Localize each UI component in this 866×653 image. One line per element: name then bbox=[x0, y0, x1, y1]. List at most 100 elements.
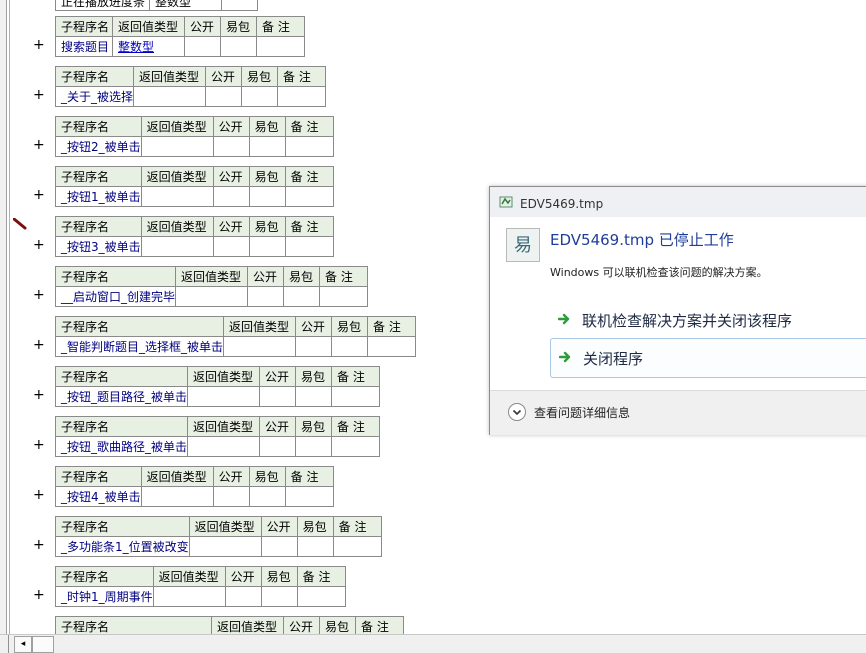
scroll-thumb[interactable] bbox=[32, 636, 54, 653]
partial-type[interactable]: 整数型 bbox=[149, 0, 222, 11]
subroutine-name-cell[interactable]: _关于_被选择 bbox=[54, 86, 135, 107]
return-type-cell[interactable] bbox=[223, 336, 297, 357]
subroutine-table: 子程序名 返回值类型 公开 易包备 注 _按钮_歌曲路径_被单击 bbox=[54, 416, 381, 457]
public-cell[interactable] bbox=[260, 536, 298, 557]
note-cell[interactable] bbox=[331, 386, 381, 407]
note-cell[interactable] bbox=[319, 286, 369, 307]
easy-package-cell[interactable] bbox=[248, 186, 286, 207]
dialog-titlebar[interactable]: EDV5469.tmp bbox=[490, 187, 866, 217]
expand-toggle-icon[interactable]: + bbox=[33, 238, 45, 252]
header-return-type: 返回值类型 bbox=[188, 516, 262, 537]
subroutine-table: 子程序名 返回值类型 公开 易包备 注 _智能判断题目_选择框_被单击 bbox=[54, 316, 417, 357]
subroutine-name-cell[interactable]: _按钮_歌曲路径_被单击 bbox=[54, 436, 189, 457]
return-type-cell[interactable] bbox=[140, 136, 214, 157]
check-online-solution-option[interactable]: 联机检查解决方案并关闭该程序 bbox=[550, 301, 866, 337]
subroutine-name-cell[interactable]: _智能判断题目_选择框_被单击 bbox=[54, 336, 225, 357]
note-cell[interactable] bbox=[284, 136, 334, 157]
subroutine-name-cell[interactable]: __启动窗口_创建完毕 bbox=[54, 286, 177, 307]
expand-toggle-icon[interactable]: + bbox=[33, 88, 45, 102]
subroutine-name-cell[interactable]: _多功能条1_位置被改变 bbox=[55, 536, 190, 557]
note-cell[interactable] bbox=[256, 36, 305, 57]
easy-package-cell[interactable] bbox=[295, 386, 333, 407]
return-type-cell[interactable]: 整数型 bbox=[112, 36, 185, 57]
note-cell[interactable] bbox=[332, 536, 382, 557]
note-cell[interactable] bbox=[331, 436, 381, 457]
public-cell[interactable] bbox=[247, 286, 285, 307]
view-details-link[interactable]: 查看问题详细信息 bbox=[534, 404, 630, 421]
header-note: 备 注 bbox=[284, 116, 334, 137]
subroutine-name-cell[interactable]: _按钮4_被单击 bbox=[55, 486, 142, 507]
easy-package-cell[interactable] bbox=[241, 86, 279, 107]
expand-toggle-icon[interactable]: + bbox=[33, 38, 45, 52]
public-cell[interactable] bbox=[184, 36, 221, 57]
easy-package-cell[interactable] bbox=[248, 486, 286, 507]
subroutine-name-cell[interactable]: _时钟1_周期事件 bbox=[55, 586, 154, 607]
easy-package-cell[interactable] bbox=[220, 36, 257, 57]
return-type-cell[interactable] bbox=[187, 386, 261, 407]
public-cell[interactable] bbox=[212, 186, 250, 207]
note-cell[interactable] bbox=[367, 336, 417, 357]
easy-package-cell[interactable] bbox=[283, 286, 321, 307]
easy-package-cell[interactable] bbox=[248, 136, 286, 157]
note-cell[interactable] bbox=[296, 586, 346, 607]
header-easy-package: 易包 bbox=[283, 266, 321, 287]
return-type-cell[interactable] bbox=[140, 486, 214, 507]
subroutine-name-cell[interactable]: _按钮2_被单击 bbox=[55, 136, 142, 157]
header-subroutine-name: 子程序名 bbox=[54, 66, 135, 87]
expand-toggle-icon[interactable]: + bbox=[33, 488, 45, 502]
partial-subroutine-row: 正在播放进度条 整数型 bbox=[55, 0, 258, 11]
expand-toggle-icon[interactable]: + bbox=[33, 188, 45, 202]
public-cell[interactable] bbox=[212, 236, 250, 257]
easy-package-cell[interactable] bbox=[296, 536, 334, 557]
header-note: 备 注 bbox=[332, 516, 382, 537]
note-cell[interactable] bbox=[284, 186, 334, 207]
subroutine-name-cell[interactable]: _按钮3_被单击 bbox=[55, 236, 142, 257]
expand-toggle-icon[interactable]: + bbox=[33, 338, 45, 352]
public-cell[interactable] bbox=[212, 136, 250, 157]
expand-toggle-icon[interactable]: + bbox=[33, 538, 45, 552]
return-type-cell[interactable] bbox=[140, 186, 214, 207]
header-easy-package: 易包 bbox=[295, 416, 333, 437]
easy-package-cell[interactable] bbox=[260, 586, 298, 607]
header-public: 公开 bbox=[184, 16, 221, 37]
chevron-down-icon[interactable] bbox=[508, 403, 526, 421]
public-cell[interactable] bbox=[259, 386, 297, 407]
easy-package-cell[interactable] bbox=[295, 436, 333, 457]
note-cell[interactable] bbox=[277, 86, 327, 107]
green-arrow-icon bbox=[558, 313, 570, 325]
subroutine-table: 子程序名 返回值类型 公开 易包备 注 _多功能条1_位置被改变 bbox=[55, 516, 382, 557]
subroutine-table: 子程序名 返回值类型 公开 易包备 注 _关于_被选择 bbox=[54, 66, 327, 107]
header-easy-package: 易包 bbox=[295, 366, 333, 387]
return-type-cell[interactable] bbox=[152, 586, 226, 607]
easy-package-cell[interactable] bbox=[331, 336, 369, 357]
public-cell[interactable] bbox=[212, 486, 250, 507]
expand-toggle-icon[interactable]: + bbox=[33, 588, 45, 602]
subroutine-name-cell[interactable]: 搜索题目 bbox=[55, 36, 113, 57]
return-type-cell[interactable] bbox=[133, 86, 207, 107]
expand-toggle-icon[interactable]: + bbox=[33, 288, 45, 302]
return-type-cell[interactable] bbox=[140, 236, 214, 257]
header-note: 备 注 bbox=[277, 66, 327, 87]
expand-toggle-icon[interactable]: + bbox=[33, 438, 45, 452]
note-cell[interactable] bbox=[284, 486, 334, 507]
close-program-option[interactable]: 关闭程序 bbox=[550, 338, 866, 378]
return-type-cell[interactable] bbox=[188, 536, 262, 557]
scroll-left-button[interactable]: ◂ bbox=[14, 636, 32, 653]
public-cell[interactable] bbox=[224, 586, 262, 607]
return-type-cell[interactable] bbox=[187, 436, 261, 457]
header-subroutine-name: 子程序名 bbox=[54, 416, 189, 437]
public-cell[interactable] bbox=[205, 86, 243, 107]
subroutine-name-cell[interactable]: _按钮1_被单击 bbox=[55, 186, 142, 207]
current-line-marker-icon bbox=[13, 218, 27, 230]
partial-name[interactable]: 正在播放进度条 bbox=[55, 0, 150, 11]
subroutine-name-cell[interactable]: _按钮_题目路径_被单击 bbox=[54, 386, 189, 407]
easy-package-cell[interactable] bbox=[248, 236, 286, 257]
horizontal-scrollbar[interactable]: ◂ bbox=[0, 634, 866, 653]
return-type-cell[interactable] bbox=[175, 286, 249, 307]
public-cell[interactable] bbox=[295, 336, 333, 357]
expand-toggle-icon[interactable]: + bbox=[33, 388, 45, 402]
header-public: 公开 bbox=[259, 416, 297, 437]
expand-toggle-icon[interactable]: + bbox=[33, 138, 45, 152]
note-cell[interactable] bbox=[284, 236, 334, 257]
public-cell[interactable] bbox=[259, 436, 297, 457]
